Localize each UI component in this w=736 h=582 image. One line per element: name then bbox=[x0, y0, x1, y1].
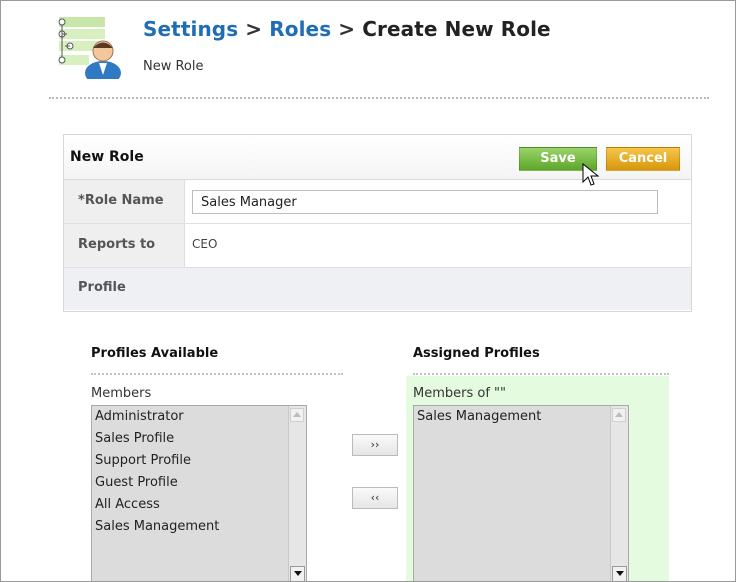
assigned-profiles-scrollbar[interactable] bbox=[610, 406, 628, 581]
assigned-profiles-title: Assigned Profiles bbox=[413, 346, 540, 361]
role-name-row: *Role Name bbox=[64, 180, 691, 224]
reports-to-row: Reports to CEO bbox=[64, 224, 691, 268]
assigned-profiles-list[interactable]: Sales Management bbox=[413, 405, 629, 581]
role-name-label: *Role Name bbox=[78, 193, 164, 208]
panel-title: New Role bbox=[70, 149, 144, 165]
add-profile-button[interactable]: ›› bbox=[352, 434, 398, 456]
profile-label: Profile bbox=[78, 280, 126, 295]
role-hierarchy-icon bbox=[58, 17, 121, 79]
scroll-down-icon[interactable] bbox=[290, 566, 305, 581]
role-name-input[interactable] bbox=[192, 190, 658, 214]
new-role-panel: New Role Save Cancel *Role Name Reports … bbox=[63, 134, 692, 312]
profiles-available-members-label: Members bbox=[91, 386, 152, 401]
role-name-label-cell: *Role Name bbox=[64, 180, 185, 223]
profiles-available-list[interactable]: Administrator Sales Profile Support Prof… bbox=[91, 405, 307, 581]
profiles-available-items: Administrator Sales Profile Support Prof… bbox=[95, 407, 286, 539]
list-item[interactable]: Support Profile bbox=[95, 451, 286, 473]
breadcrumb-settings-link[interactable]: Settings bbox=[143, 17, 238, 41]
breadcrumb: Settings > Roles > Create New Role bbox=[143, 17, 551, 41]
header-divider bbox=[49, 97, 709, 99]
assigned-profiles-items: Sales Management bbox=[417, 407, 608, 429]
profiles-available-title: Profiles Available bbox=[91, 346, 219, 361]
reports-to-label-cell: Reports to bbox=[64, 224, 185, 267]
profiles-available-divider bbox=[91, 373, 343, 375]
profile-row: Profile bbox=[64, 268, 691, 310]
cancel-button[interactable]: Cancel bbox=[606, 147, 680, 171]
scroll-up-icon[interactable] bbox=[290, 408, 304, 422]
panel-header: New Role Save Cancel bbox=[64, 135, 691, 186]
breadcrumb-separator: > bbox=[338, 17, 356, 41]
list-item[interactable]: Sales Management bbox=[417, 407, 608, 429]
reports-to-label: Reports to bbox=[78, 237, 156, 252]
list-item[interactable]: Guest Profile bbox=[95, 473, 286, 495]
breadcrumb-roles-link[interactable]: Roles bbox=[269, 17, 331, 41]
assigned-profiles-divider bbox=[413, 373, 669, 375]
scroll-up-icon[interactable] bbox=[612, 408, 626, 422]
profile-label-cell: Profile bbox=[64, 268, 184, 310]
reports-to-value[interactable]: CEO bbox=[192, 237, 217, 251]
scroll-down-icon[interactable] bbox=[612, 566, 627, 581]
breadcrumb-separator: > bbox=[245, 17, 263, 41]
required-mark: * bbox=[78, 193, 85, 208]
list-item[interactable]: Sales Profile bbox=[95, 429, 286, 451]
page: Settings > Roles > Create New Role New R… bbox=[0, 0, 736, 582]
breadcrumb-current-page: Create New Role bbox=[362, 17, 551, 41]
assigned-profiles-members-label: Members of "" bbox=[413, 386, 506, 401]
list-item[interactable]: Sales Management bbox=[95, 517, 286, 539]
profiles-available-scrollbar[interactable] bbox=[288, 406, 306, 581]
list-item[interactable]: Administrator bbox=[95, 407, 286, 429]
page-subtitle: New Role bbox=[143, 59, 204, 74]
list-item[interactable]: All Access bbox=[95, 495, 286, 517]
remove-profile-button[interactable]: ‹‹ bbox=[352, 487, 398, 509]
